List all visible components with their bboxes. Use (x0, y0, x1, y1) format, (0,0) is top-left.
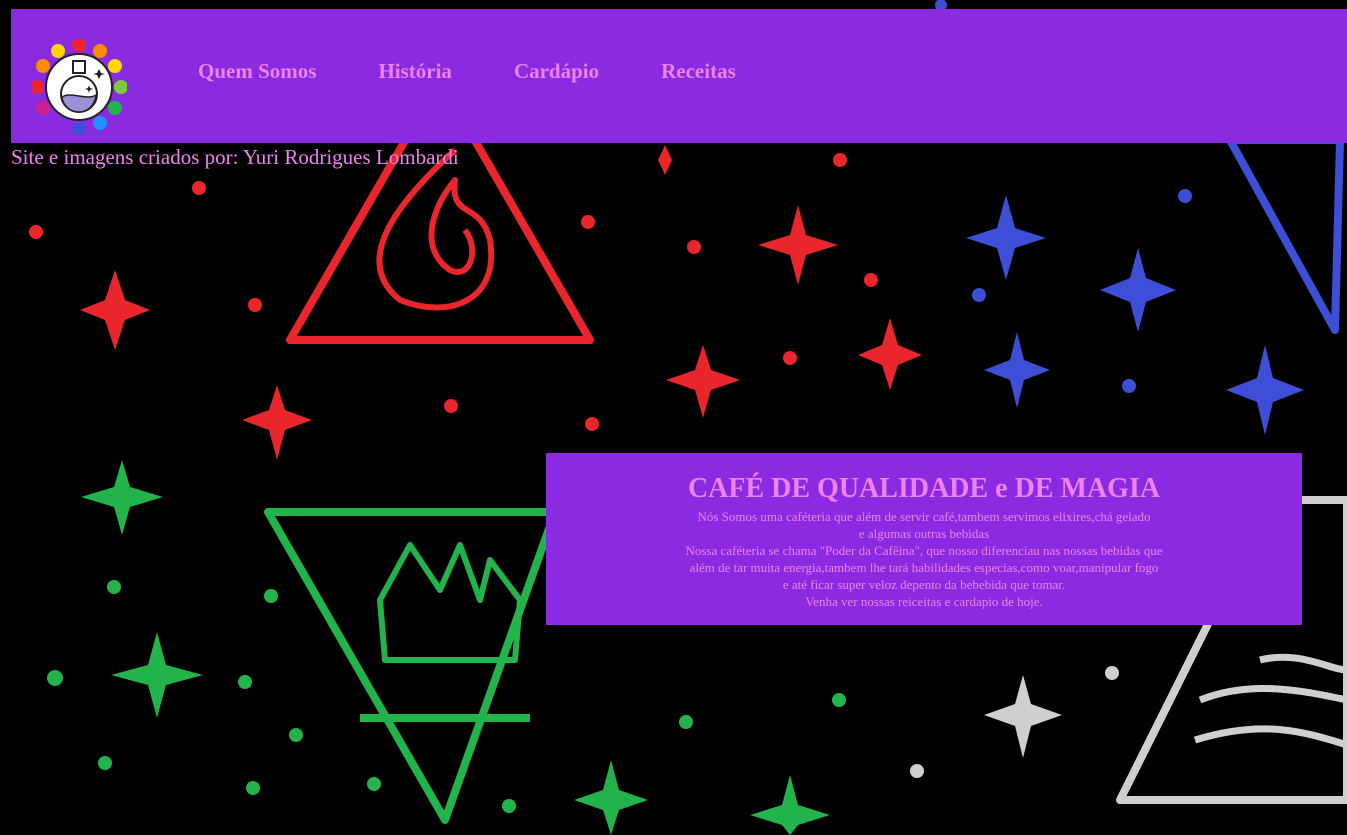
intro-title: CAFÉ DE QUALIDADE e DE MAGIA (687, 473, 1161, 504)
white-stars (910, 666, 1119, 778)
nav-quem-somos[interactable]: Quem Somos (198, 59, 316, 84)
site-header: Quem Somos História Cardápio Receitas (11, 9, 1347, 143)
magic-potion-logo-icon[interactable] (31, 39, 127, 135)
main-nav: Quem Somos História Cardápio Receitas (198, 59, 736, 84)
intro-line: e até ficar super veloz depento da bebeb… (782, 577, 1066, 592)
nav-receitas[interactable]: Receitas (661, 59, 736, 84)
intro-paragraph: Nós Somos uma caféteria que além de serv… (546, 508, 1302, 610)
intro-line: Venha ver nossas reiceitas e cardapio de… (805, 594, 1043, 609)
fire-flame-symbol (376, 147, 495, 311)
red-stars (29, 145, 922, 460)
wind-swirl-symbol (1193, 653, 1347, 749)
earth-triangle (264, 508, 559, 824)
intro-line: Nossa caféteria se chama "Poder da Cafêi… (685, 543, 1163, 558)
intro-line: além de tar muita energia,tambem lhe tar… (689, 560, 1159, 575)
intro-line: e algumas outras bebidas (858, 526, 990, 541)
earth-mountain-symbol (377, 542, 523, 663)
nav-historia[interactable]: História (378, 59, 452, 84)
air-triangle (1226, 136, 1344, 334)
nav-cardapio[interactable]: Cardápio (514, 59, 599, 84)
intro-line: Nós Somos uma caféteria que além de serv… (697, 509, 1151, 524)
intro-card: CAFÉ DE QUALIDADE e DE MAGIA Nós Somos u… (546, 453, 1302, 625)
credit-text: Site e imagens criados por: Yuri Rodrigu… (11, 145, 459, 169)
